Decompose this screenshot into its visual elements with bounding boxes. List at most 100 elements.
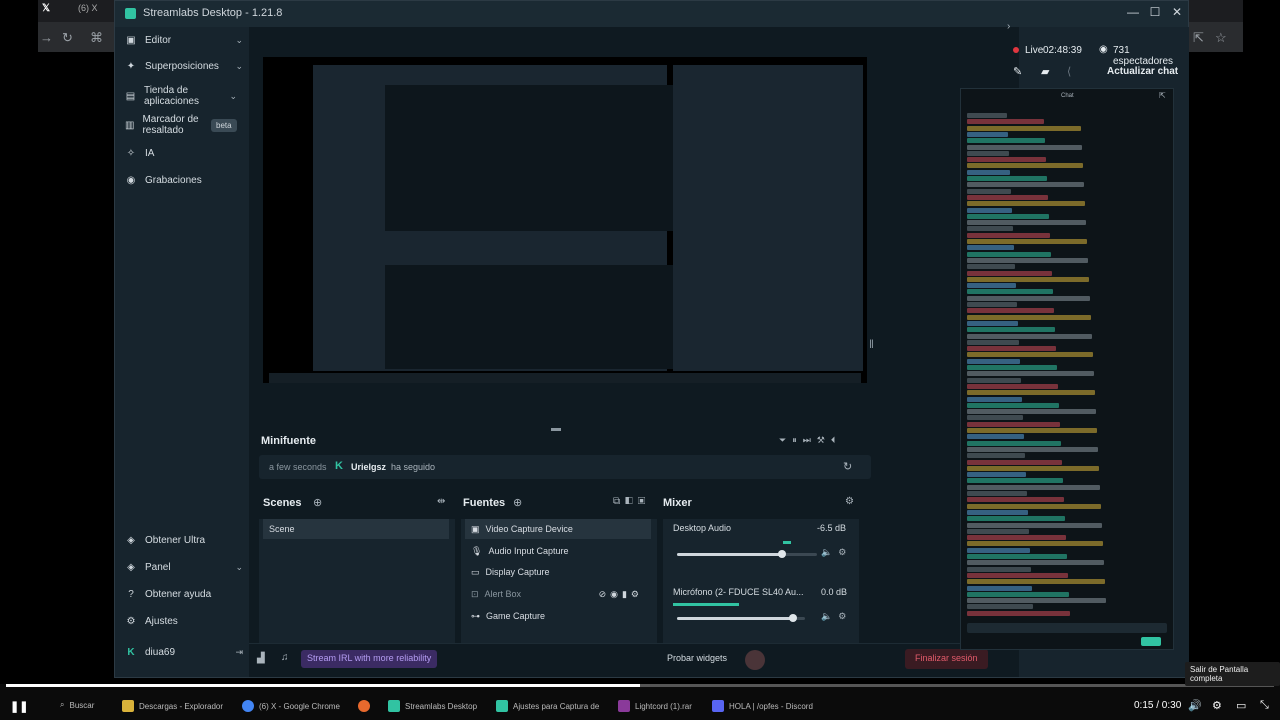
- taskbar-item[interactable]: Lightcord (1).rar: [618, 700, 692, 712]
- chat-message: [967, 119, 1044, 125]
- source-item[interactable]: 🎙 Audio Input Capture: [465, 541, 651, 561]
- monitor-icon: ▭: [471, 566, 480, 577]
- chat-message: [967, 283, 1016, 289]
- chat-message: [967, 428, 1097, 433]
- source-actions-icon[interactable]: ⊘◉▮⚙: [599, 589, 643, 600]
- dashboard-icon: ◈: [127, 562, 135, 573]
- channel-name: Micrófono (2- FDUCE SL40 Au...: [673, 587, 804, 597]
- chat-send-button[interactable]: [1141, 637, 1161, 646]
- add-scene-icon[interactable]: ⊕: [313, 496, 322, 509]
- sidebar-item-label: Editor: [145, 35, 172, 46]
- edit-stream-icon[interactable]: ✎: [1013, 65, 1022, 78]
- volume-slider[interactable]: [677, 614, 805, 622]
- chat-message: [967, 591, 1069, 597]
- mute-settings-icon[interactable]: 🔈⚙: [821, 547, 852, 558]
- chat-title: Chat: [1061, 93, 1074, 99]
- streamlabs-k-icon: K: [335, 460, 343, 472]
- sidebar-item-dashboard[interactable]: ◈ Panel ⌄: [125, 562, 243, 573]
- theater-icon[interactable]: ▭: [1236, 699, 1246, 712]
- stream-preview[interactable]: [263, 57, 867, 383]
- source-item[interactable]: ▣ Video Capture Device: [465, 519, 651, 539]
- refresh-chat-button[interactable]: Actualizar chat: [1107, 66, 1178, 77]
- sidebar-item-user[interactable]: K diua69 ⇥: [125, 647, 243, 658]
- chat-message: [967, 194, 1048, 200]
- search-icon: ⌕: [60, 700, 65, 709]
- volume-icon[interactable]: 🔊: [1188, 699, 1202, 712]
- sidebar-item-overlays[interactable]: ✦ Superposiciones ⌄: [125, 61, 243, 72]
- taskbar-item[interactable]: Streamlabs Desktop: [388, 700, 477, 712]
- stats-icon[interactable]: ▟: [257, 653, 265, 664]
- chat-message: [967, 440, 1061, 446]
- chat-message: [967, 339, 1019, 345]
- extension-icon[interactable]: ⌘: [90, 30, 103, 46]
- taskbar-label: Lightcord (1).rar: [635, 701, 692, 711]
- chat-message: [967, 327, 1055, 333]
- share-icon[interactable]: ⇱: [1193, 30, 1204, 46]
- chat-message: [967, 560, 1104, 566]
- taskbar-item[interactable]: Ajustes para Captura de: [496, 700, 599, 712]
- irl-promo-button[interactable]: Stream IRL with more reliability: [301, 650, 438, 668]
- resize-handle-icon[interactable]: ▬: [551, 423, 561, 434]
- chat-message: [967, 572, 1068, 578]
- scene-transition-icon[interactable]: ⇹: [437, 496, 445, 507]
- sidebar-item-help[interactable]: ? Obtener ayuda: [125, 589, 243, 600]
- sidebar-item-ai[interactable]: ✧ IA: [125, 148, 243, 159]
- mute-settings-icon[interactable]: 🔈⚙: [821, 611, 852, 622]
- chat-message: [967, 320, 1018, 326]
- channel-db: 0.0 dB: [821, 587, 848, 597]
- notification-icon[interactable]: ♫: [281, 652, 289, 663]
- exit-fullscreen-icon[interactable]: ⤡: [1260, 699, 1269, 712]
- minimize-icon[interactable]: —: [1123, 5, 1143, 19]
- sidebar-item-highlighter[interactable]: ▥ Marcador de resaltado: [125, 114, 205, 136]
- share-icon[interactable]: ⟨: [1067, 65, 1071, 78]
- sidebar-item-editor[interactable]: ▣ Editor ⌄: [125, 35, 243, 46]
- source-item[interactable]: ⊶ Game Capture: [465, 606, 651, 626]
- chat-message: [967, 528, 1029, 534]
- settings-icon[interactable]: ⚙: [1212, 699, 1222, 712]
- sidebar-item-app-store[interactable]: ▤ Tienda de aplicaciones ⌄: [125, 85, 237, 107]
- browser-tab-title[interactable]: (6) X: [78, 3, 98, 13]
- record-button[interactable]: [745, 650, 765, 670]
- reload-icon[interactable]: ↻: [62, 30, 73, 46]
- source-item[interactable]: ▭ Display Capture: [465, 562, 651, 582]
- sidebar-item-label: Obtener ayuda: [145, 589, 212, 600]
- taskbar-item[interactable]: [358, 700, 370, 712]
- taskbar-item[interactable]: HOLA | /opfes - Discord: [712, 700, 813, 712]
- search-label: Buscar: [69, 700, 95, 710]
- maximize-icon[interactable]: ☐: [1145, 5, 1165, 19]
- test-widgets-button[interactable]: Probar widgets: [667, 653, 727, 663]
- chat-input[interactable]: [967, 623, 1167, 633]
- x-logo-icon: 𝕏: [42, 3, 51, 14]
- taskbar-item[interactable]: Descargas - Explorador: [122, 700, 223, 712]
- add-source-icon[interactable]: ⊕: [513, 496, 522, 509]
- refresh-icon[interactable]: ↻: [843, 460, 852, 473]
- sidebar-item-recordings[interactable]: ◉ Grabaciones: [125, 175, 243, 186]
- forward-icon[interactable]: →: [40, 30, 53, 45]
- bookmark-star-icon[interactable]: ☆: [1215, 30, 1227, 46]
- chat-message: [967, 358, 1020, 364]
- drag-handle-icon[interactable]: ‖: [869, 337, 874, 351]
- folder-icon: [122, 700, 134, 712]
- pause-icon[interactable]: ❚❚: [10, 700, 28, 713]
- scene-item[interactable]: Scene: [263, 519, 449, 539]
- source-item[interactable]: ⊡ Alert Box ⊘◉▮⚙: [465, 584, 651, 604]
- chat-message: [967, 402, 1059, 408]
- popout-icon[interactable]: ⇱: [1159, 91, 1166, 100]
- beta-badge: beta: [211, 119, 237, 132]
- video-progress-bar[interactable]: [6, 684, 1274, 687]
- clip-icon[interactable]: ▰: [1041, 65, 1049, 78]
- volume-slider[interactable]: [677, 550, 817, 558]
- sidebar-item-settings[interactable]: ⚙ Ajustes: [125, 616, 243, 627]
- event-user: Urielgsz: [351, 462, 387, 472]
- chat-message: [967, 270, 1052, 276]
- sidebar-item-ultra[interactable]: ◈ Obtener Ultra: [125, 535, 243, 546]
- minifuente-controls[interactable]: ⏷⏸⏭⚒⏴: [779, 435, 841, 446]
- source-tools-icon[interactable]: ⧉◧▣: [613, 496, 650, 507]
- collapse-icon[interactable]: ›: [1007, 21, 1010, 32]
- taskbar-item[interactable]: (6) X - Google Chrome: [242, 700, 340, 712]
- close-icon[interactable]: ✕: [1167, 5, 1187, 19]
- mixer-settings-icon[interactable]: ⚙: [845, 496, 854, 507]
- taskbar-search[interactable]: ⌕ Buscar: [60, 700, 94, 710]
- nested-taskbar: [269, 373, 861, 383]
- end-stream-button[interactable]: Finalizar sesión: [905, 649, 988, 669]
